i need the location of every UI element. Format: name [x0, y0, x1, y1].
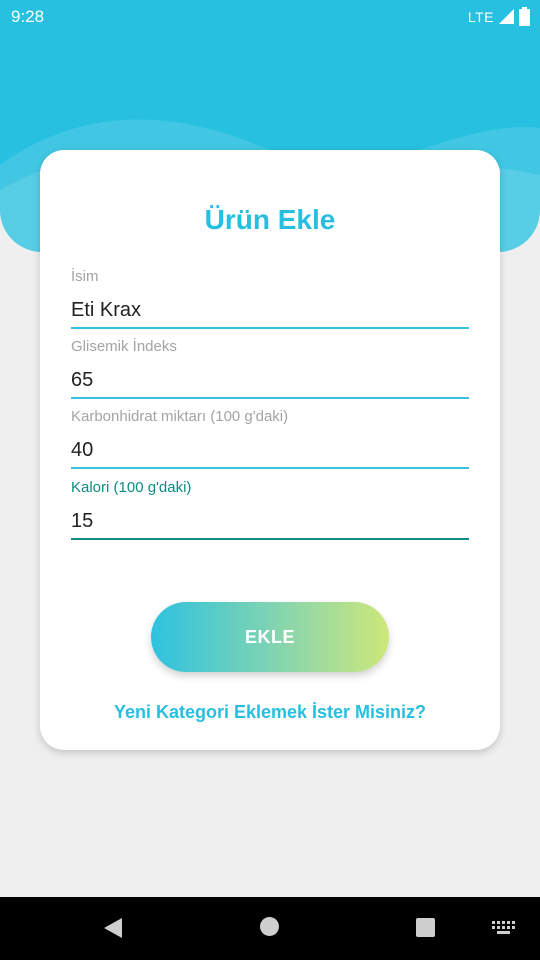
carbohydrate-field[interactable]: Karbonhidrat miktarı (100 g'daki) 40	[71, 408, 469, 469]
glycemic-index-input[interactable]: 65	[71, 365, 469, 399]
glycemic-index-label: Glisemik İndeks	[71, 338, 177, 355]
glycemic-index-field[interactable]: Glisemik İndeks 65	[71, 338, 469, 399]
calorie-input[interactable]: 15	[71, 506, 469, 540]
home-icon[interactable]	[260, 917, 279, 936]
page-title: Ürün Ekle	[204, 204, 336, 235]
signal-icon	[499, 9, 514, 24]
name-input[interactable]: Eti Krax	[71, 295, 469, 329]
carbohydrate-label: Karbonhidrat miktarı (100 g'daki)	[71, 408, 289, 425]
battery-icon	[519, 7, 530, 26]
recent-apps-icon[interactable]	[416, 918, 435, 937]
keyboard-icon[interactable]	[492, 921, 516, 935]
add-product-card: Ürün Ekle İsim Eti Krax Glisemik İndeks …	[40, 150, 500, 750]
carbohydrate-input[interactable]: 40	[71, 435, 469, 469]
name-field-label: İsim	[71, 268, 99, 285]
navigation-bar	[0, 897, 540, 960]
status-bar: 9:28 LTE	[0, 0, 540, 32]
status-icons: LTE	[468, 7, 530, 26]
back-icon[interactable]	[102, 917, 124, 939]
calorie-label: Kalori (100 g'daki)	[71, 479, 192, 496]
network-type: LTE	[467, 8, 494, 25]
name-field[interactable]: İsim Eti Krax	[71, 268, 469, 329]
status-time: 9:28	[11, 7, 45, 26]
add-button[interactable]: EKLE	[151, 602, 389, 672]
add-category-link[interactable]: Yeni Kategori Eklemek İster Misiniz?	[40, 702, 500, 723]
calorie-field[interactable]: Kalori (100 g'daki) 15	[71, 479, 469, 540]
